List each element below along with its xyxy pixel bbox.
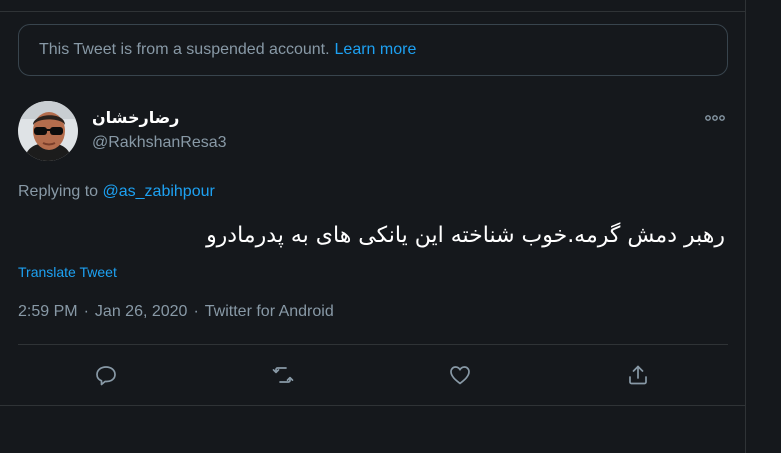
reply-icon[interactable] (88, 357, 124, 393)
more-icon[interactable] (703, 108, 727, 128)
tweet-text: رهبر دمش گرمه.خوب شناخته این یانکی های ب… (206, 223, 725, 248)
meta-separator: · (83, 303, 89, 320)
author-name[interactable]: رضارخشان (92, 108, 179, 127)
suspended-account-notice: This Tweet is from a suspended account. … (18, 24, 728, 76)
tweet-source[interactable]: Twitter for Android (205, 303, 334, 320)
tweet-time[interactable]: 2:59 PM (18, 303, 78, 320)
meta-separator: · (193, 303, 199, 320)
replying-prefix: Replying to (18, 183, 103, 200)
bottom-divider (0, 405, 746, 406)
mention-link[interactable]: @as_zabihpour (103, 183, 215, 200)
avatar[interactable] (18, 101, 78, 161)
tweet-date[interactable]: Jan 26, 2020 (95, 303, 188, 320)
learn-more-link[interactable]: Learn more (335, 41, 417, 59)
retweet-icon[interactable] (265, 357, 301, 393)
top-divider (0, 11, 746, 12)
like-icon[interactable] (442, 357, 478, 393)
meta-divider (18, 344, 728, 345)
tweet-meta: 2:59 PM · Jan 26, 2020 · Twitter for Android (18, 303, 334, 321)
share-icon[interactable] (620, 357, 656, 393)
replying-to: Replying to @as_zabihpour (18, 183, 215, 201)
action-bar (18, 357, 728, 393)
notice-text: This Tweet is from a suspended account. (39, 41, 330, 58)
author-handle[interactable]: @RakhshanResa3 (92, 134, 227, 152)
translate-tweet-link[interactable]: Translate Tweet (18, 264, 117, 280)
timeline-column: This Tweet is from a suspended account. … (0, 0, 746, 453)
